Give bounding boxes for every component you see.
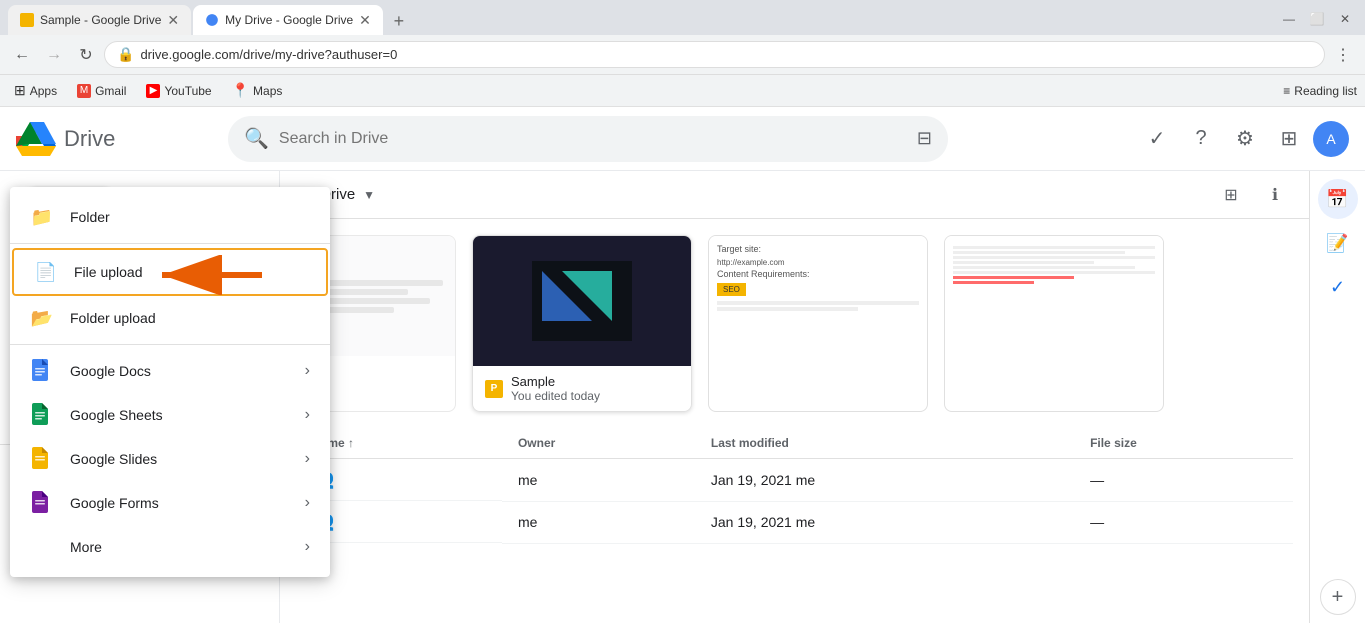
slides-icon: P [485,380,503,398]
file-2-date: You edited today [511,389,600,403]
drive-logo[interactable]: Drive [16,122,216,156]
forms-arrow: › [305,494,310,512]
slides-arrow: › [305,450,310,468]
right-sidebar: 📅 📝 ✓ + [1309,171,1365,623]
tasks-right-icon[interactable]: ✓ [1318,267,1358,307]
tab-1-favicon [20,13,34,27]
add-right-icon[interactable]: + [1320,579,1356,615]
file-table-container: Name ↑ Owner Last modified File size 👥 [280,428,1309,544]
sheets-menu-icon [30,403,54,427]
search-icon: 🔍 [244,126,269,151]
menu-item-google-slides[interactable]: Google Slides › [10,437,330,481]
user-avatar[interactable]: A [1313,121,1349,157]
table-row-1[interactable]: 👥 me Jan 19, 2021 me — [296,459,1293,502]
address-text: drive.google.com/drive/my-drive?authuser… [140,47,397,62]
tab-2-favicon [205,13,219,27]
row-2-owner: me [502,501,695,543]
tab-1-title: Sample - Google Drive [40,13,161,27]
menu-item-more[interactable]: More › [10,525,330,569]
app-header: Drive 🔍 ⊟ ✓ ? ⚙ ⊞ A [0,107,1365,171]
tab-2-title: My Drive - Google Drive [225,13,353,27]
forms-menu-icon [30,491,54,515]
row-1-size: — [1074,459,1293,502]
google-slides-label: Google Slides [70,451,289,467]
bookmark-maps[interactable]: 📍 Maps [226,80,289,101]
bookmark-gmail[interactable]: M Gmail [71,82,132,100]
menu-item-folder[interactable]: 📁 Folder [10,195,330,239]
menu-item-google-forms[interactable]: Google Forms › [10,481,330,525]
file-card-2[interactable]: P Sample You edited today [472,235,692,412]
new-tab-button[interactable]: + [385,7,413,35]
my-drive-chevron-header[interactable]: ▼ [363,188,375,202]
google-docs-label: Google Docs [70,363,289,379]
folder-menu-icon: 📁 [30,205,54,229]
menu-item-file-upload[interactable]: 📄 File upload [12,248,328,296]
tab-1[interactable]: Sample - Google Drive ✕ [8,5,191,35]
col-owner: Owner [502,428,695,459]
col-modified: Last modified [695,428,1074,459]
app-title: Drive [64,126,115,152]
file-upload-icon: 📄 [34,260,58,284]
browser-menu-button[interactable]: ⋮ [1329,41,1357,69]
address-bar[interactable]: 🔒 drive.google.com/drive/my-drive?authus… [104,41,1325,68]
docs-menu-icon [30,359,54,383]
more-menu-icon [30,535,54,559]
folder-upload-icon: 📂 [30,306,54,330]
reading-list-button[interactable]: ≡ Reading list [1283,84,1357,98]
close-button[interactable]: ✕ [1333,7,1357,31]
search-bar[interactable]: 🔍 ⊟ [228,116,948,162]
row-1-modified: Jan 19, 2021 me [695,459,1074,502]
back-button[interactable]: ← [8,41,36,69]
sheets-arrow: › [305,406,310,424]
support-icon[interactable]: ? [1181,119,1221,159]
file-2-name: Sample [511,374,600,389]
notes-right-icon[interactable]: 📝 [1318,223,1358,263]
tab-2[interactable]: My Drive - Google Drive ✕ [193,5,383,35]
filter-icon[interactable]: ⊟ [917,128,932,149]
maximize-button[interactable]: ⬜ [1305,7,1329,31]
menu-item-google-sheets[interactable]: Google Sheets › [10,393,330,437]
help-center-icon[interactable]: ✓ [1137,119,1177,159]
more-label: More [70,539,289,555]
file-card-3[interactable]: Target site: http://example.com Content … [708,235,928,412]
search-input[interactable] [279,130,907,148]
main-content: My Drive ▼ ⊞ ℹ [280,171,1309,623]
tab-1-close[interactable]: ✕ [167,12,179,29]
drive-logo-icon [16,122,56,156]
menu-item-google-docs[interactable]: Google Docs › [10,349,330,393]
file-card-4[interactable] [944,235,1164,412]
browser-chrome: Sample - Google Drive ✕ My Drive - Googl… [0,0,1365,107]
docs-arrow: › [305,362,310,380]
calendar-right-icon[interactable]: 📅 [1318,179,1358,219]
row-2-modified: Jan 19, 2021 me [695,501,1074,543]
tab-2-close[interactable]: ✕ [359,12,371,29]
file-upload-label: File upload [74,264,306,280]
folder-label: Folder [70,209,310,225]
dropdown-menu: 📁 Folder 📄 File upload 📂 Folder upload G… [10,187,330,577]
more-arrow: › [305,538,310,556]
folder-upload-label: Folder upload [70,310,310,326]
bookmark-youtube[interactable]: ▶ YouTube [140,82,217,100]
info-button[interactable]: ℹ [1257,177,1293,213]
apps-grid-icon[interactable]: ⊞ [1269,119,1309,159]
table-row-2[interactable]: 👥 me Jan 19, 2021 me — [296,501,1293,543]
row-2-size: — [1074,501,1293,543]
col-size: File size [1074,428,1293,459]
google-sheets-label: Google Sheets [70,407,289,423]
reload-button[interactable]: ↻ [72,41,100,69]
files-grid: P Sample You edited today Target site: h… [280,219,1309,428]
forward-button[interactable]: → [40,41,68,69]
minimize-button[interactable]: — [1277,7,1301,31]
slides-menu-icon [30,447,54,471]
settings-icon[interactable]: ⚙ [1225,119,1265,159]
grid-view-button[interactable]: ⊞ [1213,177,1249,213]
google-forms-label: Google Forms [70,495,289,511]
bookmark-apps[interactable]: ⊞ Apps [8,80,63,101]
menu-item-folder-upload[interactable]: 📂 Folder upload [10,296,330,340]
row-1-owner: me [502,459,695,502]
